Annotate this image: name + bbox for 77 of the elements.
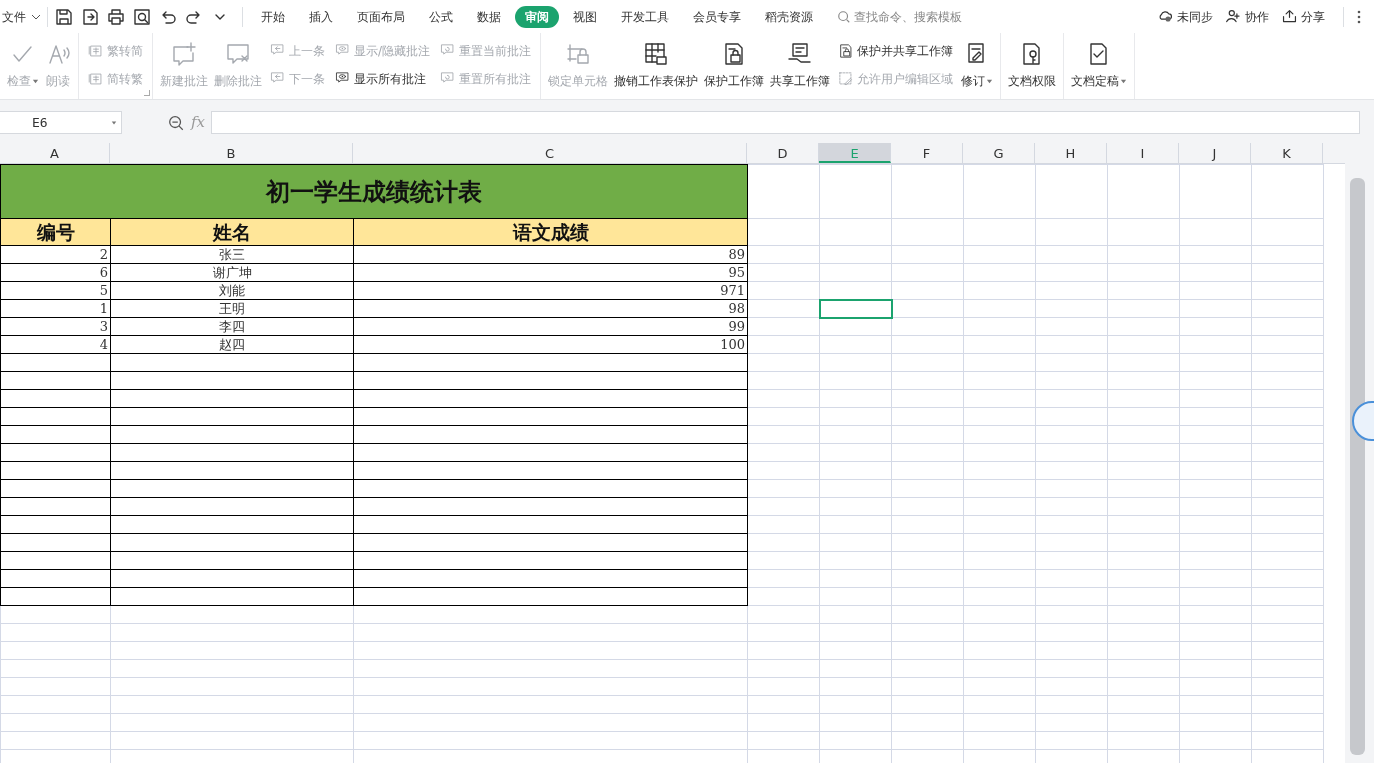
table-cell: 98 xyxy=(353,299,748,318)
name-box[interactable]: E6 xyxy=(0,111,122,134)
person-add-icon xyxy=(1225,8,1242,25)
collaborate-button[interactable]: 协作 xyxy=(1225,7,1269,26)
table-cell: 李四 xyxy=(110,317,354,336)
ribbon-tab[interactable]: 会员专享 xyxy=(683,5,751,28)
ribbon-button[interactable]: 保护工作簿 xyxy=(701,37,768,99)
table-cell: 赵四 xyxy=(110,335,354,354)
column-heading: 姓名 xyxy=(110,218,354,246)
ribbon-button[interactable]: 撤销工作表保护 xyxy=(611,37,702,99)
table-cell: 100 xyxy=(353,335,748,354)
ribbon-button[interactable]: 修订 xyxy=(958,37,997,99)
table-cell: 99 xyxy=(353,317,748,336)
table-cell: 971 xyxy=(353,281,748,300)
ribbon-tab[interactable]: 数据 xyxy=(467,5,511,28)
table-cell: 2 xyxy=(0,245,111,264)
convert-icon xyxy=(88,43,104,59)
ribbon-tab[interactable]: 稻壳资源 xyxy=(755,5,823,28)
caret-icon xyxy=(111,119,117,126)
column-header[interactable]: A xyxy=(0,143,110,163)
search-field[interactable]: 查找命令、搜索模板 xyxy=(837,7,1037,26)
ribbon-tab[interactable]: 开发工具 xyxy=(611,5,679,28)
save-icon[interactable] xyxy=(54,6,74,27)
more-icon[interactable] xyxy=(1356,8,1362,25)
ribbon-button[interactable]: 文档权限 xyxy=(1005,37,1060,99)
document-lock-icon xyxy=(838,43,855,59)
ribbon-tab[interactable]: 页面布局 xyxy=(347,5,415,28)
scroll-thumb[interactable] xyxy=(1350,178,1365,755)
print-icon[interactable] xyxy=(106,6,126,27)
ribbon-button[interactable]: 共享工作簿 xyxy=(767,37,834,99)
share-icon xyxy=(1281,8,1298,25)
table-cell: 刘能 xyxy=(110,281,354,300)
table-cell: 谢广坤 xyxy=(110,263,354,282)
ribbon-tab[interactable]: 插入 xyxy=(299,5,343,28)
column-header[interactable]: G xyxy=(963,143,1035,163)
column-heading: 编号 xyxy=(0,218,111,246)
share-button[interactable]: 分享 xyxy=(1281,7,1325,26)
vertical-scrollbar[interactable] xyxy=(1345,143,1374,763)
export-icon[interactable] xyxy=(80,6,100,27)
cell-cursor[interactable] xyxy=(819,299,892,318)
edit-area-icon xyxy=(838,71,855,87)
ribbon-button[interactable]: 显示所有批注 xyxy=(333,69,433,89)
column-header[interactable]: K xyxy=(1251,143,1323,163)
ribbon-button[interactable]: 保护并共享工作簿 xyxy=(836,41,956,61)
lock-icon xyxy=(565,41,592,67)
column-header[interactable]: C xyxy=(353,143,747,163)
table-cell: 1 xyxy=(0,299,111,318)
table-cell: 4 xyxy=(0,335,111,354)
sync-status[interactable]: 未同步 xyxy=(1157,7,1213,26)
ribbon-tab[interactable]: 开始 xyxy=(251,5,295,28)
file-menu[interactable]: 文件 xyxy=(2,7,41,26)
zoom-icon[interactable] xyxy=(167,113,185,132)
comment-add-icon xyxy=(171,41,197,67)
formula-input[interactable] xyxy=(211,111,1360,134)
ribbon-tab[interactable]: 视图 xyxy=(563,5,607,28)
grid-lock-icon xyxy=(643,41,670,67)
column-header[interactable]: B xyxy=(110,143,353,163)
table-cell: 95 xyxy=(353,263,748,282)
table-title: 初一学生成绩统计表 xyxy=(0,164,748,219)
column-header[interactable]: H xyxy=(1035,143,1107,163)
column-header[interactable]: I xyxy=(1107,143,1179,163)
table-cell: 王明 xyxy=(110,299,354,318)
table-cell: 6 xyxy=(0,263,111,282)
search-icon xyxy=(837,9,851,24)
preview-icon[interactable] xyxy=(132,6,152,27)
ribbon-button[interactable]: 文档定稿 xyxy=(1068,37,1131,99)
column-heading: 语文成绩 xyxy=(353,218,748,246)
cloud-icon xyxy=(1157,8,1174,25)
ribbon-tab[interactable]: 公式 xyxy=(419,5,463,28)
table-cell: 张三 xyxy=(110,245,354,264)
convert-icon xyxy=(88,71,104,87)
table-cell: 3 xyxy=(0,317,111,336)
fx-label: fx xyxy=(191,112,205,134)
column-header[interactable]: J xyxy=(1179,143,1251,163)
table-cell: 89 xyxy=(353,245,748,264)
column-header[interactable]: F xyxy=(891,143,963,163)
table-cell: 5 xyxy=(0,281,111,300)
